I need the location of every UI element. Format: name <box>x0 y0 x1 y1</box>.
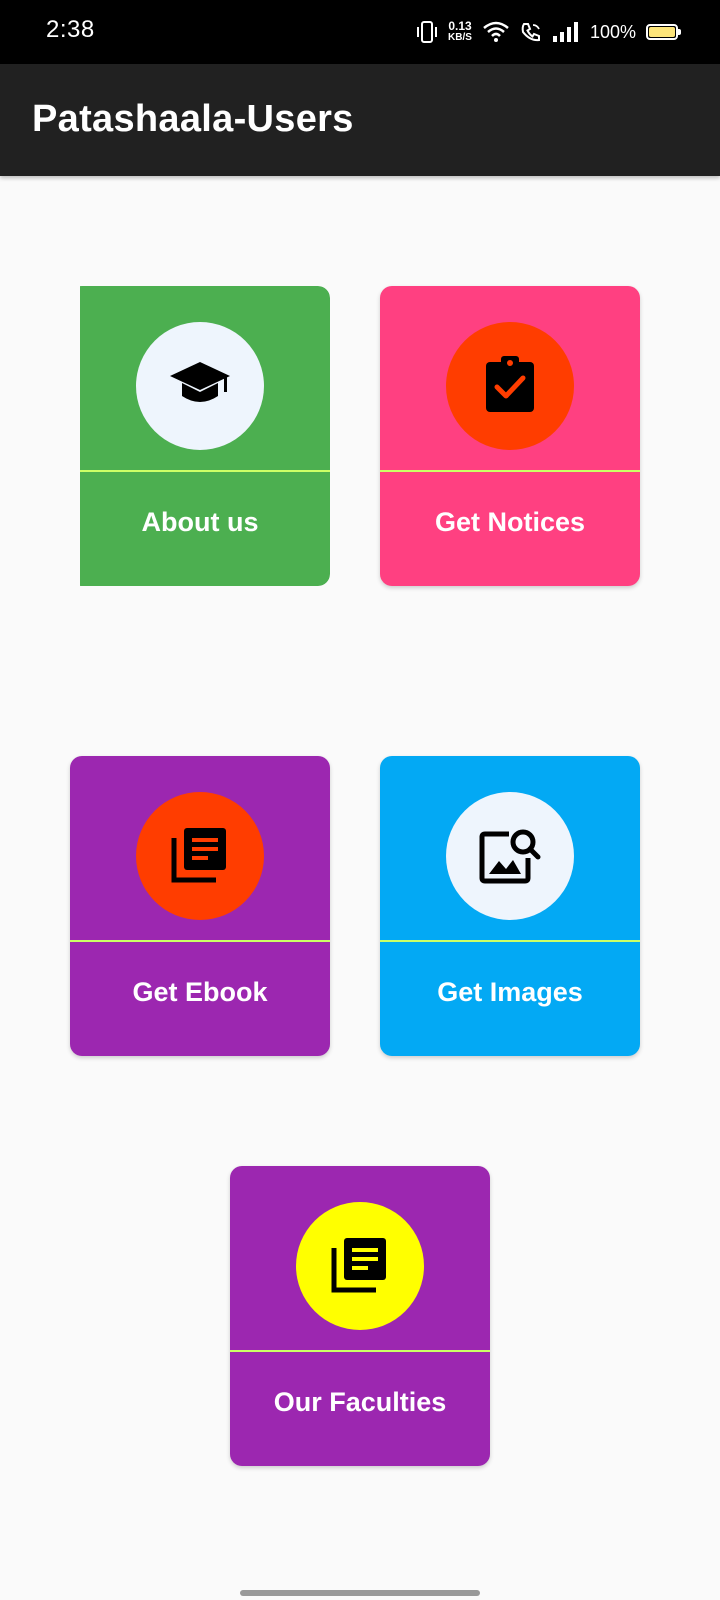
library-books-icon <box>170 824 230 889</box>
library-books-icon <box>330 1234 390 1299</box>
vibrate-icon <box>416 20 438 44</box>
battery-percent: 100% <box>589 21 636 42</box>
app-bar: Patashaala-Users <box>0 64 720 176</box>
graduation-cap-icon <box>168 358 232 415</box>
icon-circle <box>446 322 574 450</box>
signal-icon <box>552 21 578 43</box>
icon-circle <box>446 792 574 920</box>
our-faculties-card[interactable]: Our Faculties <box>230 1166 490 1466</box>
card-label: Get Notices <box>434 506 586 537</box>
icon-circle <box>296 1202 424 1330</box>
about-us-card[interactable]: About us <box>80 286 330 586</box>
card-label: Get Ebook <box>132 976 268 1007</box>
clipboard-check-icon <box>484 354 536 419</box>
card-label: About us <box>141 506 259 537</box>
status-icons: 0.13 KB/S 100% <box>416 18 681 46</box>
battery-icon <box>646 24 681 40</box>
icon-circle <box>136 792 264 920</box>
network-speed-unit: KB/S <box>448 32 472 43</box>
card-label: Get Images <box>437 976 583 1007</box>
icon-circle <box>136 322 264 450</box>
status-bar: 2:38 0.13 KB/S 100% <box>0 0 720 64</box>
network-speed: 0.13 KB/S <box>448 19 472 43</box>
wifi-calling-icon <box>520 21 542 43</box>
app-title: Patashaala-Users <box>32 98 354 140</box>
get-images-card[interactable]: Get Images <box>380 756 640 1056</box>
network-speed-value: 0.13 <box>448 19 472 33</box>
wifi-icon <box>482 21 510 43</box>
card-label: Our Faculties <box>273 1386 447 1417</box>
get-ebook-card[interactable]: Get Ebook <box>70 756 330 1056</box>
get-notices-card[interactable]: Get Notices <box>380 286 640 586</box>
home-indicator[interactable] <box>240 1590 480 1596</box>
status-time: 2:38 <box>46 16 95 43</box>
image-search-icon <box>479 824 541 889</box>
